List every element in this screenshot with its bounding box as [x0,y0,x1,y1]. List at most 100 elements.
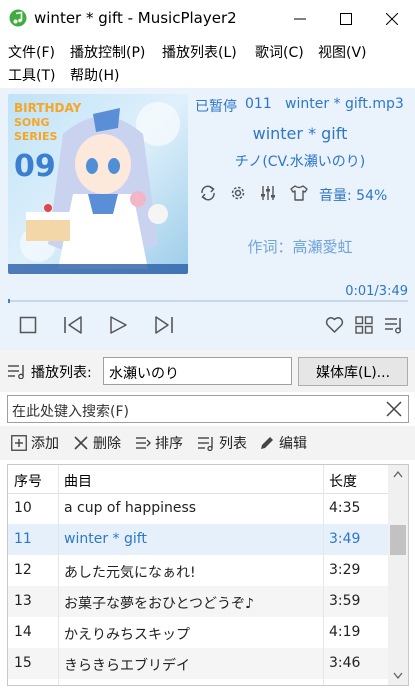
stop-icon [19,316,37,334]
table-row[interactable]: 10 a cup of happiness 4:35 [8,493,388,524]
progress-bar[interactable] [8,300,408,302]
play-status: 已暂停 [195,99,237,115]
row-number: 14 [14,624,32,640]
vertical-scrollbar[interactable] [388,465,408,685]
row-length: 3:49 [329,531,361,547]
header-length[interactable]: 长度 [329,471,357,491]
file-name: winter * gift.mp3 [285,96,404,112]
menu-playback[interactable]: 播放控制(P) [70,42,145,62]
play-button[interactable] [108,315,128,335]
stop-button[interactable] [19,316,37,334]
sort-button[interactable]: 排序 [135,433,183,453]
close-icon [386,13,398,25]
maximize-icon [340,13,352,25]
header-number[interactable]: 序号 [14,471,42,491]
volume-text[interactable]: 音量: 54% [319,185,387,205]
scroll-thumb[interactable] [390,525,406,555]
header-title[interactable]: 曲目 [64,471,92,491]
search-input[interactable]: 在此处键入搜索(F) [7,395,409,423]
minimize-button[interactable] [277,0,323,38]
add-label: 添加 [31,436,59,452]
window-title: winter * gift - MusicPlayer2 [34,9,237,27]
equalizer-icon [261,186,275,200]
row-number: 13 [14,593,32,609]
minimize-icon [294,18,306,20]
show-playlist-button[interactable] [384,316,404,334]
search-placeholder: 在此处键入搜索(F) [12,404,129,420]
previous-button[interactable] [62,315,84,335]
heart-icon [325,317,344,333]
list-icon [198,437,213,451]
media-library-button[interactable]: 媒体库(L)... [298,357,408,386]
playlist-label: 播放列表: [31,365,92,381]
list-button[interactable]: 列表 [197,433,247,453]
song-artist: チノ(CV.水瀬いのり) [234,154,366,170]
delete-button[interactable]: 删除 [73,433,121,453]
table-row-selected[interactable]: 11 winter * gift 3:49 [8,524,388,555]
cover-line2: SONG [14,116,50,129]
table-header: 序号 曲目 长度 [8,465,388,494]
row-title: あした元気になぁれ! [64,565,196,581]
favorite-button[interactable] [325,316,344,334]
menu-file[interactable]: 文件(F) [8,42,55,62]
equalizer-button[interactable] [259,184,277,202]
lyric-line: 作词：高瀬愛虹 [247,238,353,256]
shirt-icon [290,185,308,201]
row-title: きらきらエブリデイ [64,658,190,674]
table-row[interactable]: 13 お菓子な夢をおひとつどうぞ♪ 3:59 [8,586,388,617]
menu-lyrics[interactable]: 歌词(C) [255,42,304,62]
column-divider [58,465,59,685]
app-icon [9,9,27,27]
skin-button[interactable] [289,184,309,202]
cover-number: 09 [14,149,56,184]
song-table: 序号 曲目 长度 10 a cup of happiness 4:35 11 w… [7,464,409,686]
list-label: 列表 [219,436,247,452]
playlist-name-value: 水瀬いのり [109,366,179,382]
menu-playlist[interactable]: 播放列表(L) [162,42,237,62]
menu-tools[interactable]: 工具(T) [8,65,55,85]
table-row[interactable]: 15 きらきらエブリデイ 3:46 [8,648,388,679]
row-number: 10 [14,500,32,516]
delete-icon [74,436,88,450]
edit-button[interactable]: 编辑 [259,433,307,453]
row-number: 11 [14,531,32,547]
delete-label: 删除 [93,436,121,452]
row-length: 3:29 [329,562,361,578]
playlist-label-icon [7,363,27,379]
row-title: a cup of happiness [64,500,197,516]
menu-help[interactable]: 帮助(H) [70,65,119,85]
menu-bar: 文件(F) 播放控制(P) 播放列表(L) 歌词(C) 视图(V) 工具(T) … [0,38,415,88]
repeat-icon [201,185,215,201]
sort-icon [136,437,151,449]
media-lib-grid-button[interactable] [355,316,373,334]
grid-icon [355,316,373,334]
sort-label: 排序 [155,436,183,452]
cover-line1: BIRTHDAY [14,101,82,115]
album-cover: BIRTHDAY SONG SERIES 09 [8,94,188,274]
table-row[interactable]: 14 かえりみちスキップ 4:19 [8,617,388,648]
row-length: 4:19 [329,624,361,640]
playlist-name-field[interactable]: 水瀬いのり [103,357,292,385]
clear-search-button[interactable] [386,401,402,417]
maximize-button[interactable] [323,0,369,38]
column-divider [323,465,324,685]
time-display: 0:01/3:49 [345,284,408,299]
playlist-icon [8,365,24,379]
menu-view[interactable]: 视图(V) [318,42,367,62]
settings-button[interactable] [229,184,247,202]
row-length: 3:46 [329,655,361,671]
row-number: 15 [14,655,32,671]
table-row[interactable]: 12 あした元気になぁれ! 3:29 [8,555,388,586]
close-button[interactable] [369,0,415,38]
row-length: 3:59 [329,593,361,609]
repeat-mode-button[interactable] [199,184,217,202]
gear-icon [231,186,245,200]
add-button[interactable]: 添加 [11,433,59,453]
progress-fill [8,299,10,303]
playlist-icon [385,318,401,334]
cover-line3: SERIES [14,130,58,143]
row-number: 12 [14,562,32,578]
previous-icon [64,316,82,334]
next-button[interactable] [153,315,175,335]
next-icon [155,316,173,334]
